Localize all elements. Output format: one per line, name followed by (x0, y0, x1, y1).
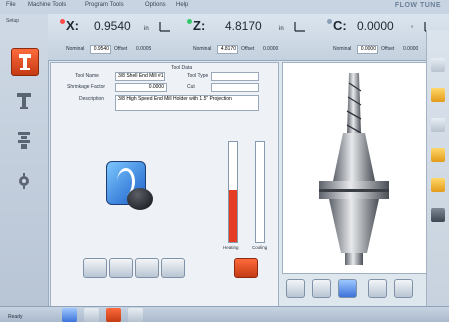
setup-button[interactable] (11, 48, 39, 76)
axis-c-value: 0.0000 (357, 19, 394, 33)
axis-z-status-dot (187, 19, 192, 24)
shrinkage-label: Shrinkage Factor (67, 84, 106, 90)
axis-x-status-dot (60, 19, 65, 24)
right-toolbar (426, 30, 449, 306)
tool-holder-knob (127, 188, 153, 210)
view-side-button[interactable] (312, 279, 331, 298)
tool-name-field[interactable]: 3/8 Shell End Mill #1 (115, 72, 165, 81)
cool-button[interactable] (161, 258, 185, 278)
start-cycle-button[interactable] (234, 258, 258, 278)
view-rotate-button[interactable] (368, 279, 387, 298)
cut-label: Cut (187, 84, 195, 90)
right-tool-5-icon[interactable] (431, 178, 445, 192)
axis-x: X: 0.9540 in Nominal 0.9540 Offset 0.000… (60, 18, 186, 56)
measure-tool-button[interactable] (109, 258, 133, 278)
heating-label: Heating (223, 245, 239, 250)
axis-readout-bar: X: 0.9540 in Nominal 0.9540 Offset 0.000… (48, 14, 449, 61)
heating-gauge (228, 141, 238, 243)
axis-z-nominal-label: Nominal (193, 46, 212, 52)
axis-c-offset-value: 0.0000 (403, 46, 419, 52)
bottom-toolbar (0, 306, 449, 322)
axis-c-unit: ° (411, 26, 414, 32)
description-field[interactable]: 3/8 High Speed End Mill Holder with 1.5"… (115, 95, 259, 111)
axis-x-value: 0.9540 (94, 19, 131, 33)
cooling-label: Cooling (252, 245, 268, 250)
bottom-tool-icon[interactable] (84, 308, 99, 322)
axis-z-zero-icon[interactable] (293, 20, 307, 32)
bottom-power-icon[interactable] (106, 308, 121, 322)
axis-c-nominal-field[interactable]: 0.0000 (357, 45, 378, 54)
cut-field[interactable] (211, 83, 259, 92)
brand-logo: FLOW TUNE (394, 2, 441, 9)
menu-bar: File Machine Tools Program Tools Options… (0, 0, 449, 15)
axis-x-offset-value: 0.0005 (136, 46, 152, 52)
right-tool-2-icon[interactable] (431, 88, 445, 102)
shrinkage-field[interactable]: 0.0000 (115, 83, 167, 92)
leftbar-label: Setup (6, 18, 20, 24)
axis-c-letter: C: (333, 18, 347, 33)
app-window: File Machine Tools Program Tools Options… (0, 0, 449, 322)
bottom-config-icon[interactable] (128, 308, 143, 322)
heating-gauge-fill (229, 190, 237, 242)
tool-type-label: Tool Type (187, 73, 209, 79)
viewer-toolbar (282, 273, 425, 306)
view-zoom-button[interactable] (394, 279, 413, 298)
cooling-gauge (255, 141, 265, 243)
view-front-button[interactable] (286, 279, 305, 298)
right-tool-1-icon[interactable] (431, 58, 445, 72)
axis-z-letter: Z: (193, 18, 206, 33)
load-tool-button[interactable] (83, 258, 107, 278)
axis-x-letter: X: (66, 18, 79, 33)
tool-library-icon (18, 132, 30, 149)
axis-x-nominal-field[interactable]: 0.9540 (90, 45, 111, 54)
shrink-fit-button[interactable] (135, 258, 159, 278)
left-toolbar: Setup (0, 14, 49, 306)
setup-icon (19, 54, 31, 70)
axis-z-offset-label: Offset (241, 46, 255, 52)
tool-library-button[interactable] (11, 128, 37, 154)
gear-icon (19, 173, 29, 189)
view-shaded-button[interactable] (338, 279, 357, 298)
axis-z: Z: 4.8170 in Nominal 4.8170 Offset 0.000… (187, 18, 323, 56)
axis-z-value: 4.8170 (225, 19, 262, 33)
settings-button[interactable] (11, 168, 37, 194)
description-label: Description (79, 96, 105, 102)
menu-file[interactable]: File (6, 2, 16, 8)
axis-x-nominal-label: Nominal (66, 46, 85, 52)
measure-button[interactable] (11, 88, 37, 114)
right-tool-4-icon[interactable] (431, 148, 445, 162)
tool-viewer (282, 62, 427, 274)
bottom-measure-icon[interactable] (62, 308, 77, 322)
axis-c-nominal-label: Nominal (333, 46, 352, 52)
axis-x-unit: in (144, 26, 149, 32)
tool-holder-render (319, 73, 389, 265)
status-text: Ready (8, 314, 23, 320)
axis-z-offset-value: 0.0000 (263, 46, 279, 52)
tool-data-panel: Tool Data Tool Name 3/8 Shell End Mill #… (50, 62, 279, 308)
panel-header: Tool Data (171, 65, 193, 71)
menu-machine-tools[interactable]: Machine Tools (28, 2, 66, 8)
axis-z-unit: in (279, 26, 284, 32)
menu-help[interactable]: Help (176, 2, 188, 8)
menu-options[interactable]: Options (145, 2, 166, 8)
axis-c-offset-label: Offset (381, 46, 395, 52)
tool-name-label: Tool Name (75, 73, 99, 79)
axis-c-status-dot (327, 19, 332, 24)
tool-type-field[interactable] (211, 72, 259, 81)
right-tool-3-icon[interactable] (431, 118, 445, 132)
measure-icon (17, 93, 31, 109)
axis-x-offset-label: Offset (114, 46, 128, 52)
axis-z-nominal-field[interactable]: 4.8170 (217, 45, 238, 54)
axis-x-zero-icon[interactable] (158, 20, 172, 32)
menu-program-tools[interactable]: Program Tools (85, 2, 124, 8)
right-tool-6-icon[interactable] (431, 208, 445, 222)
